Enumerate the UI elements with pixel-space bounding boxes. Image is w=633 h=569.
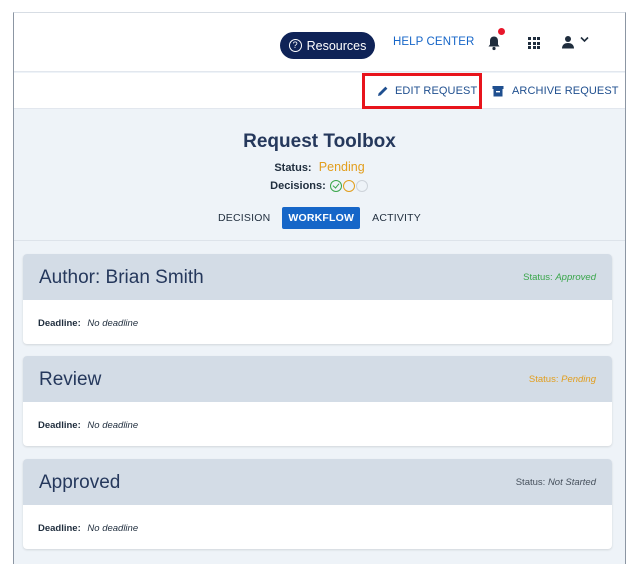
card-status-label: Status: xyxy=(515,477,546,488)
resources-label: Resources xyxy=(306,38,367,53)
card-title: Review xyxy=(39,369,102,390)
card-body: Deadline: No deadline xyxy=(23,402,612,446)
card-header: Approved Status: Not Started xyxy=(23,459,612,505)
deadline-label: Deadline: xyxy=(38,420,81,431)
card-header: Review Status: Pending xyxy=(23,356,612,402)
edit-request-label: EDIT REQUEST xyxy=(395,85,478,97)
decision-pending-icon xyxy=(342,180,355,192)
tab-activity[interactable]: ACTIVITY xyxy=(366,208,427,228)
deadline: Deadline: No deadline xyxy=(38,318,138,329)
card-status: Status: Pending xyxy=(529,374,596,385)
decision-not-started-icon xyxy=(355,180,368,192)
deadline: Deadline: No deadline xyxy=(38,523,138,534)
deadline-value: No deadline xyxy=(87,318,139,329)
resources-button[interactable]: ? Resources xyxy=(280,32,375,59)
card-status: Status: Approved xyxy=(523,272,596,283)
card-header: Author: Brian Smith Status: Approved xyxy=(23,254,612,300)
card-title: Approved xyxy=(39,472,121,493)
archive-request-button[interactable]: ARCHIVE REQUEST xyxy=(492,73,619,109)
card-body: Deadline: No deadline xyxy=(23,505,612,549)
archive-icon xyxy=(492,86,504,97)
card-status-label: Status: xyxy=(523,272,553,283)
deadline-label: Deadline: xyxy=(38,318,81,329)
card-title: Author: Brian Smith xyxy=(39,267,204,288)
card-status-value: Not Started xyxy=(547,477,596,488)
workflow-card-author: Author: Brian Smith Status: Approved Dea… xyxy=(23,254,612,344)
deadline: Deadline: No deadline xyxy=(38,420,138,431)
edit-request-button[interactable]: EDIT REQUEST xyxy=(362,73,482,109)
card-status-value: Approved xyxy=(555,272,596,283)
decision-approved-icon xyxy=(329,180,342,192)
user-icon[interactable] xyxy=(561,35,575,49)
help-center-link[interactable]: HELP CENTER xyxy=(393,36,474,48)
status-value: Pending xyxy=(318,160,365,174)
top-header: ? Resources HELP CENTER xyxy=(14,13,625,72)
tab-workflow[interactable]: WORKFLOW xyxy=(282,207,361,229)
app-window: ? Resources HELP CENTER EDIT REQUEST ARC… xyxy=(13,12,626,564)
deadline-value: No deadline xyxy=(87,420,139,431)
request-toolbox: Request Toolbox Status: Pending Decision… xyxy=(14,110,625,241)
workflow-card-review: Review Status: Pending Deadline: No dead… xyxy=(23,356,612,446)
help-circle-icon: ? xyxy=(288,39,302,52)
archive-request-label: ARCHIVE REQUEST xyxy=(512,85,619,97)
apps-grid-icon[interactable] xyxy=(528,37,540,49)
card-status-value: Pending xyxy=(561,374,596,385)
tab-decision[interactable]: DECISION xyxy=(212,208,276,228)
request-status: Status: Pending xyxy=(14,160,625,174)
workflow-card-approved: Approved Status: Not Started Deadline: N… xyxy=(23,459,612,549)
chevron-down-icon[interactable] xyxy=(580,34,589,46)
card-status-label: Status: xyxy=(528,374,559,385)
decisions-row: Decisions: xyxy=(14,180,625,192)
pencil-icon xyxy=(378,86,388,96)
card-body: Deadline: No deadline xyxy=(23,300,612,344)
deadline-label: Deadline: xyxy=(38,523,81,534)
deadline-value: No deadline xyxy=(87,523,139,534)
decisions-label: Decisions: xyxy=(270,180,326,192)
toolbox-tabs: DECISION WORKFLOW ACTIVITY xyxy=(14,207,625,229)
page-title: Request Toolbox xyxy=(243,131,396,152)
notification-dot xyxy=(498,28,505,35)
action-bar: EDIT REQUEST ARCHIVE REQUEST xyxy=(14,73,625,109)
card-status: Status: Not Started xyxy=(516,477,596,488)
status-label: Status: xyxy=(274,162,312,174)
notification-bell-icon[interactable] xyxy=(487,28,505,51)
